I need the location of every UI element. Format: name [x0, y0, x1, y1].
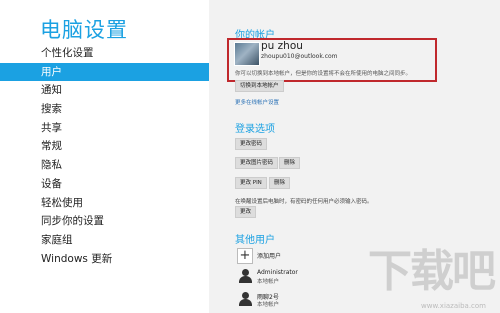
sidebar-item-privacy[interactable]: 隐私: [0, 156, 209, 175]
remove-picture-password-button[interactable]: 删除: [279, 157, 301, 169]
account-email: zhoupu010@outlook.com: [261, 53, 338, 60]
watermark-logo: 下载吧: [368, 246, 496, 297]
watermark-url: www.xiazaiba.com: [421, 302, 486, 310]
sidebar-item-notifications[interactable]: 通知: [0, 81, 209, 100]
account-avatar: [234, 42, 260, 66]
remove-pin-button[interactable]: 删除: [269, 177, 291, 189]
account-note: 你可以切换到本地帐户，但是你的设置将不会在所使用的电脑之间同步。: [235, 71, 412, 77]
switch-to-local-account-button[interactable]: 切换到本地帐户: [235, 80, 284, 92]
settings-nav: 个性化设置 用户 通知 搜索 共享 常规 隐私 设备 轻松使用 同步你的设置 家…: [0, 44, 209, 268]
settings-sidebar: 电脑设置 个性化设置 用户 通知 搜索 共享 常规 隐私 设备 轻松使用 同步你…: [0, 0, 209, 313]
sidebar-item-share[interactable]: 共享: [0, 119, 209, 138]
account-name: pu zhou: [261, 40, 303, 52]
user-name[interactable]: Administrator: [257, 269, 298, 276]
sidebar-item-windows-update[interactable]: Windows 更新: [0, 250, 209, 269]
user-icon: [239, 269, 252, 283]
sidebar-item-users[interactable]: 用户: [0, 62, 209, 82]
settings-content: 你的帐户 pu zhou zhoupu010@outlook.com 你可以切换…: [209, 0, 500, 313]
change-picture-password-button[interactable]: 更改图片密码: [235, 157, 279, 169]
password-policy-text: 在唤醒设置后电脑时，有密码的任何用户必须输入密码。: [235, 199, 373, 205]
change-pin-button[interactable]: 更改 PIN: [235, 177, 267, 189]
sidebar-item-general[interactable]: 常规: [0, 137, 209, 156]
change-password-button[interactable]: 更改密码: [235, 138, 268, 150]
sidebar-item-devices[interactable]: 设备: [0, 175, 209, 194]
user-account-type: 本地帐户: [257, 279, 280, 285]
add-user-icon[interactable]: +: [237, 248, 253, 264]
user-icon: [239, 292, 252, 306]
add-user-button[interactable]: 添加用户: [257, 251, 281, 260]
sidebar-item-search[interactable]: 搜索: [0, 100, 209, 119]
page-title: 电脑设置: [40, 18, 128, 42]
signin-section-title: 登录选项: [235, 124, 275, 135]
other-users-section-title: 其他用户: [235, 235, 275, 246]
sidebar-item-sync-settings[interactable]: 同步你的设置: [0, 212, 209, 231]
more-online-account-settings-link[interactable]: 更多在线帐户设置: [235, 98, 279, 106]
sidebar-item-homegroup[interactable]: 家庭组: [0, 231, 209, 250]
change-policy-button[interactable]: 更改: [235, 206, 257, 218]
sidebar-item-personalize[interactable]: 个性化设置: [0, 44, 209, 63]
sidebar-item-ease-of-access[interactable]: 轻松使用: [0, 194, 209, 213]
user-account-type: 本地帐户: [257, 302, 280, 308]
